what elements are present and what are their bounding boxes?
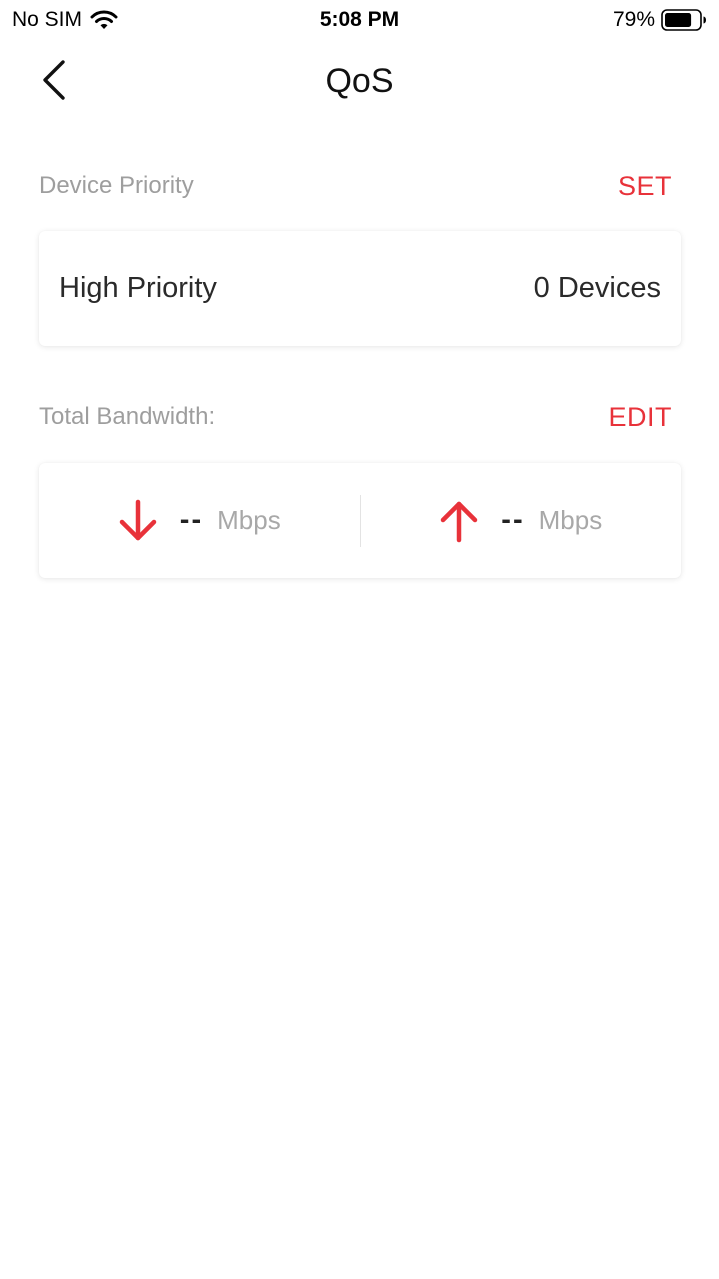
status-bar: No SIM 5:08 PM 79%: [0, 0, 719, 40]
high-priority-label: High Priority: [59, 272, 217, 304]
upload-value: --: [501, 504, 525, 536]
battery-percent: 79%: [612, 8, 655, 31]
high-priority-row[interactable]: High Priority 0 Devices: [39, 231, 681, 346]
device-count: 0 Devices: [533, 272, 661, 304]
arrow-down-icon: [118, 499, 158, 543]
qos-screen: No SIM 5:08 PM 79% QoS Device Priority S…: [0, 0, 719, 1279]
device-priority-header: Device Priority SET: [39, 166, 672, 206]
arrow-up-icon: [439, 499, 479, 543]
status-right: 79%: [613, 8, 707, 32]
battery-icon: [661, 9, 707, 31]
status-time: 5:08 PM: [319, 8, 400, 31]
upload-unit: Mbps: [538, 505, 603, 535]
bandwidth-header: Total Bandwidth: EDIT: [39, 397, 672, 437]
bandwidth-card: -- Mbps -- Mbps: [39, 463, 681, 578]
download-value: --: [179, 504, 204, 536]
edit-button[interactable]: EDIT: [608, 402, 672, 433]
bandwidth-label: Total Bandwidth:: [39, 403, 216, 430]
page-title: QoS: [325, 62, 394, 100]
nav-bar: QoS: [0, 44, 719, 120]
download-unit: Mbps: [217, 505, 281, 535]
device-priority-label: Device Priority: [39, 172, 194, 199]
set-button[interactable]: SET: [618, 171, 672, 202]
download-bandwidth: -- Mbps: [39, 463, 360, 578]
upload-bandwidth: -- Mbps: [361, 463, 682, 578]
